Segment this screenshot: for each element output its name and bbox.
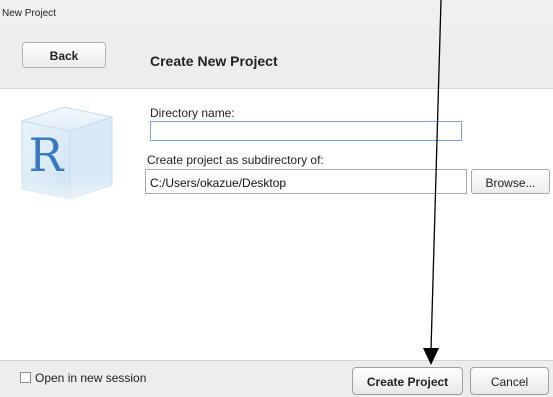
- wizard-header: Back Create New Project: [0, 26, 553, 89]
- open-in-new-session-checkbox[interactable]: [20, 372, 31, 383]
- r-logo-letter: R: [29, 128, 65, 182]
- directory-name-label: Directory name:: [150, 106, 235, 120]
- subdirectory-path-field[interactable]: C:/Users/okazue/Desktop: [145, 169, 467, 194]
- window-title-bar: New Project: [0, 0, 553, 26]
- open-in-new-session-label: Open in new session: [35, 371, 147, 385]
- window-title: New Project: [2, 8, 56, 19]
- page-title: Create New Project: [150, 53, 278, 69]
- r-logo-icon: R: [16, 106, 120, 217]
- create-project-button[interactable]: Create Project: [352, 367, 463, 395]
- create-project-button-label: Create Project: [366, 375, 449, 389]
- cancel-button[interactable]: Cancel: [470, 367, 549, 395]
- back-button[interactable]: Back: [22, 42, 106, 68]
- subdirectory-label: Create project as subdirectory of:: [147, 153, 324, 167]
- cancel-button-label: Cancel: [490, 375, 529, 389]
- browse-button[interactable]: Browse...: [471, 169, 550, 194]
- back-button-label: Back: [49, 49, 79, 63]
- browse-button-label: Browse...: [485, 176, 536, 190]
- subdirectory-path-text: C:/Users/okazue/Desktop: [150, 176, 287, 190]
- directory-name-input[interactable]: [150, 121, 462, 141]
